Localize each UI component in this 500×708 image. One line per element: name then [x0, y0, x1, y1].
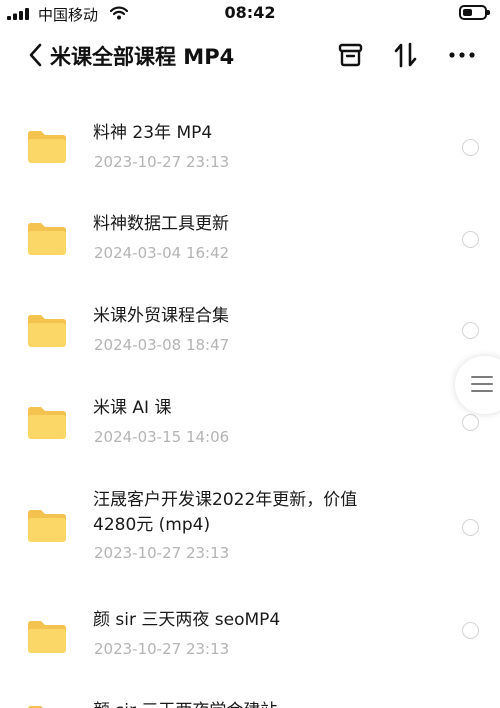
list-item[interactable]: 颜 sir 三天两夜学会建站 — [0, 664, 500, 708]
list-item[interactable]: 料神 23年 MP4 2023-10-27 23:13 — [0, 82, 500, 174]
file-name: 颜 sir 三天两夜学会建站 — [93, 699, 277, 708]
folder-icon — [28, 131, 66, 163]
list-item[interactable]: 料神数据工具更新 2024-03-04 16:42 — [0, 174, 500, 266]
folder-icon — [28, 223, 66, 255]
list-item[interactable]: 颜 sir 三天两夜 seoMP4 2023-10-27 23:13 — [0, 572, 500, 664]
status-bar: 中国移动 08:42 — [0, 0, 500, 30]
file-name: 米课外贸课程合集 — [93, 306, 229, 326]
file-name-continued: 4280元 (mp4) — [93, 515, 211, 535]
archive-icon[interactable] — [336, 40, 366, 70]
file-date: 2023-10-27 23:13 — [94, 640, 230, 658]
wifi-icon — [110, 6, 128, 20]
carrier-name: 中国移动 — [38, 6, 99, 24]
select-radio[interactable] — [462, 622, 479, 639]
folder-icon — [28, 706, 43, 708]
file-date: 2024-03-15 14:06 — [94, 428, 230, 446]
list-item[interactable]: 汪晟客户开发课2022年更新，价值 4280元 (mp4) 2023-10-27… — [0, 450, 500, 572]
file-name: 料神 23年 MP4 — [93, 123, 213, 143]
signal-strength-icon — [7, 8, 29, 20]
select-radio[interactable] — [462, 519, 479, 536]
file-name: 米课 AI 课 — [93, 398, 172, 418]
sort-icon[interactable] — [391, 40, 421, 70]
select-radio[interactable] — [462, 414, 479, 431]
more-icon[interactable] — [447, 40, 477, 70]
file-date: 2024-03-04 16:42 — [94, 244, 230, 262]
select-radio[interactable] — [462, 322, 479, 339]
folder-icon — [28, 315, 66, 347]
file-date: 2023-10-27 23:13 — [94, 544, 230, 562]
folder-icon — [28, 510, 66, 542]
file-name: 料神数据工具更新 — [93, 214, 229, 234]
list-item[interactable]: 米课 AI 课 2024-03-15 14:06 — [0, 358, 500, 450]
file-date: 2023-10-27 23:13 — [94, 153, 230, 171]
folder-icon — [28, 621, 66, 653]
list-item[interactable]: 米课外贸课程合集 2024-03-08 18:47 — [0, 266, 500, 358]
file-name: 颜 sir 三天两夜 seoMP4 — [93, 610, 281, 630]
battery-icon — [459, 5, 490, 20]
chevron-left-icon[interactable] — [22, 40, 52, 70]
nav-bar: 米课全部课程 MP4 — [0, 30, 500, 82]
folder-icon — [28, 407, 66, 439]
file-date: 2024-03-08 18:47 — [94, 336, 230, 354]
select-radio[interactable] — [462, 231, 479, 248]
select-radio[interactable] — [462, 139, 479, 156]
file-name: 汪晟客户开发课2022年更新，价值 — [93, 490, 358, 510]
page-title: 米课全部课程 MP4 — [50, 45, 235, 69]
